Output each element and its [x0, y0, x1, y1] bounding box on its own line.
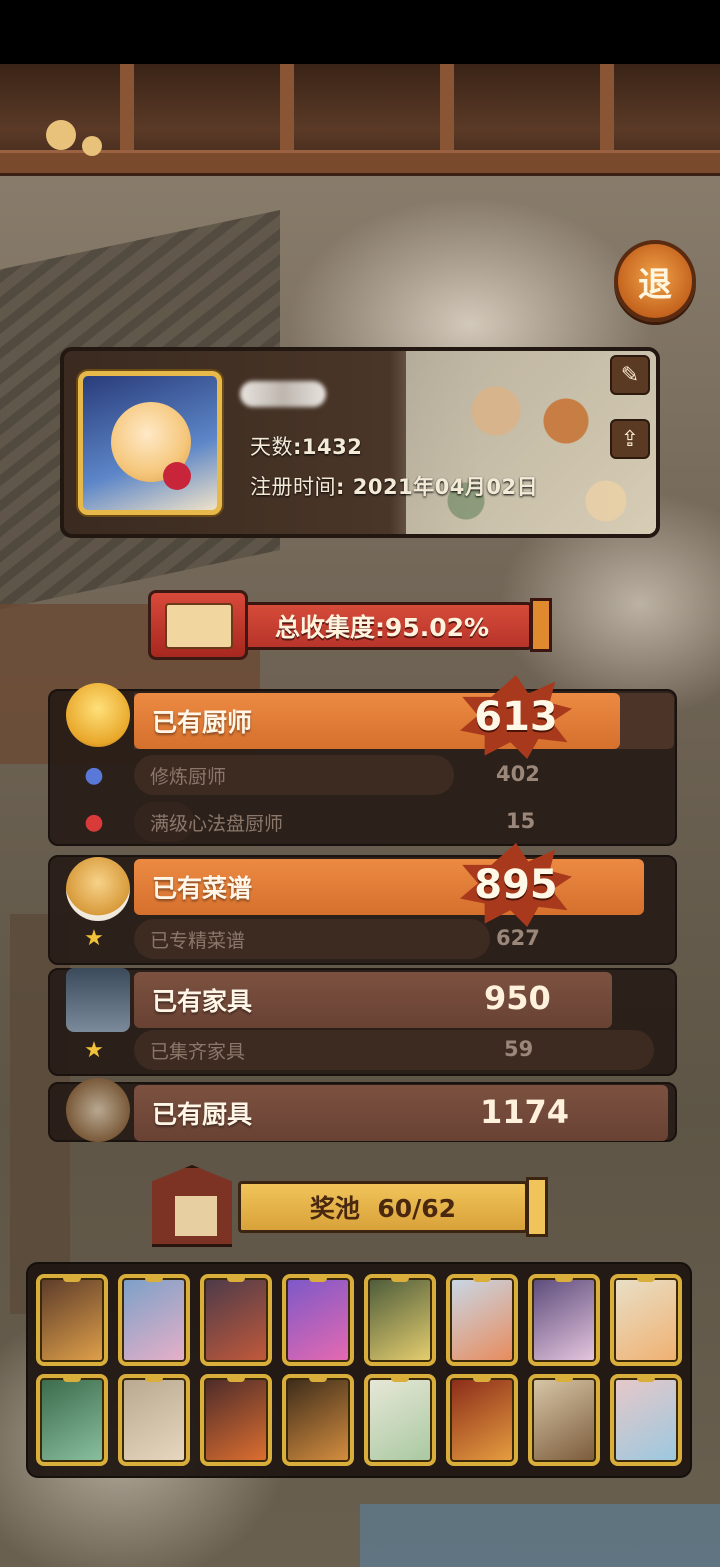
- profile-card: 天数:1432 注册时间: 2021年04月02日 ✎ ⇪: [60, 347, 660, 538]
- days-stat: 天数:1432: [250, 435, 363, 459]
- roof-rail: [0, 150, 720, 176]
- prize-card[interactable]: [446, 1374, 518, 1466]
- register-stat: 注册时间: 2021年04月02日: [250, 475, 539, 499]
- recipes-count-badge: 895: [460, 843, 572, 927]
- chefs-label: 已有厨师: [152, 708, 253, 737]
- register-label: 注册时间: [250, 475, 336, 499]
- share-icon[interactable]: ⇪: [610, 419, 650, 459]
- utensils-icon: [66, 1078, 130, 1142]
- recipes-count: 895: [474, 862, 558, 908]
- cultivate-chef-icon: ●: [84, 762, 104, 788]
- prize-card[interactable]: [36, 1374, 108, 1466]
- prize-card[interactable]: [610, 1374, 682, 1466]
- cultivate-chefs-row: 修炼厨师: [134, 755, 454, 795]
- prize-pool-label: 奖池: [309, 1194, 360, 1223]
- star-icon: ★: [84, 1037, 104, 1063]
- furniture-icon: [66, 968, 130, 1032]
- complete-furniture-label: 已集齐家具: [150, 1040, 246, 1063]
- pudding-icon: [66, 857, 130, 921]
- avatar[interactable]: [78, 371, 222, 515]
- complete-furniture-row: 已集齐家具: [134, 1030, 654, 1070]
- chefs-count-badge: 613: [460, 675, 572, 759]
- prize-card[interactable]: [610, 1274, 682, 1366]
- register-value: 2021年04月02日: [352, 475, 539, 499]
- prize-card[interactable]: [200, 1374, 272, 1466]
- notice-board-icon: [152, 1165, 232, 1247]
- scroll-icon: [148, 590, 248, 660]
- chefs-count: 613: [474, 694, 558, 740]
- maxed-chef-icon: ●: [84, 809, 104, 835]
- star-icon: ★: [84, 925, 104, 951]
- furniture-panel: 已有家具 950 ★ 已集齐家具 59: [48, 968, 677, 1076]
- prize-pool-bar[interactable]: 奖池 60/62: [238, 1181, 528, 1233]
- days-label: 天数: [250, 435, 293, 459]
- cultivate-chefs-label: 修炼厨师: [150, 765, 227, 788]
- collection-banner: 总收集度:95.02%: [148, 590, 556, 660]
- recipes-label: 已有菜谱: [152, 874, 253, 903]
- prize-pool-progress: 60/62: [377, 1194, 457, 1223]
- prize-card[interactable]: [528, 1274, 600, 1366]
- status-bar: [0, 0, 720, 64]
- chef-hat-icon: [66, 683, 130, 747]
- prize-card[interactable]: [118, 1374, 190, 1466]
- edit-icon[interactable]: ✎: [610, 355, 650, 395]
- prize-card[interactable]: [282, 1274, 354, 1366]
- utensils-panel: 已有厨具 1174: [48, 1078, 677, 1142]
- maxed-chefs-label: 满级心法盘厨师: [150, 812, 284, 835]
- utensils-label: 已有厨具: [152, 1100, 253, 1129]
- chefs-panel: 已有厨师 613 ● 修炼厨师 402 ● 满级心法盘厨师 15: [48, 675, 677, 846]
- collection-bar: 总收集度:95.02%: [232, 602, 532, 650]
- utensils-count: 1174: [480, 1093, 570, 1131]
- prize-card[interactable]: [528, 1374, 600, 1466]
- prize-card[interactable]: [200, 1274, 272, 1366]
- prize-card[interactable]: [36, 1274, 108, 1366]
- prize-pool-grid: [26, 1262, 692, 1478]
- furniture-label: 已有家具: [152, 987, 253, 1016]
- days-value: 1432: [301, 435, 363, 459]
- utensils-bar[interactable]: 已有厨具: [134, 1085, 668, 1141]
- collection-label: 总收集度:95.02%: [274, 613, 490, 642]
- mastered-recipes-label: 已专精菜谱: [150, 929, 246, 952]
- cultivate-chefs-value: 402: [496, 762, 540, 786]
- exit-button[interactable]: 退: [614, 240, 696, 322]
- mastered-recipes-row: 已专精菜谱: [134, 919, 490, 959]
- furniture-count: 950: [484, 979, 551, 1017]
- mastered-recipes-value: 627: [496, 926, 540, 950]
- maxed-chefs-value: 15: [506, 809, 536, 833]
- recipes-panel: 已有菜谱 895 ★ 已专精菜谱 627: [48, 843, 677, 965]
- prize-pool-header: 奖池 60/62: [142, 1165, 550, 1247]
- prize-card[interactable]: [118, 1274, 190, 1366]
- prize-card[interactable]: [282, 1374, 354, 1466]
- maxed-chefs-row: 满级心法盘厨师: [134, 802, 283, 842]
- prize-card[interactable]: [446, 1274, 518, 1366]
- player-name-redacted: [240, 381, 326, 407]
- complete-furniture-value: 59: [504, 1037, 534, 1061]
- prize-card[interactable]: [364, 1374, 436, 1466]
- prize-card[interactable]: [364, 1274, 436, 1366]
